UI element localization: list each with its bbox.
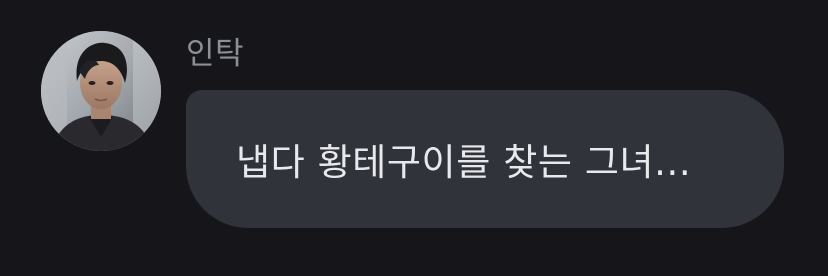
sender-name: 인탁 [186,36,245,72]
chat-message-row: 인탁 냅다 황테구이를 찾는 그녀... [0,0,828,276]
sender-avatar[interactable] [41,31,161,151]
message-text: 냅다 황테구이를 찾는 그녀... [236,141,692,184]
message-bubble[interactable]: 냅다 황테구이를 찾는 그녀... [186,90,784,228]
avatar-photo-icon [41,31,161,151]
